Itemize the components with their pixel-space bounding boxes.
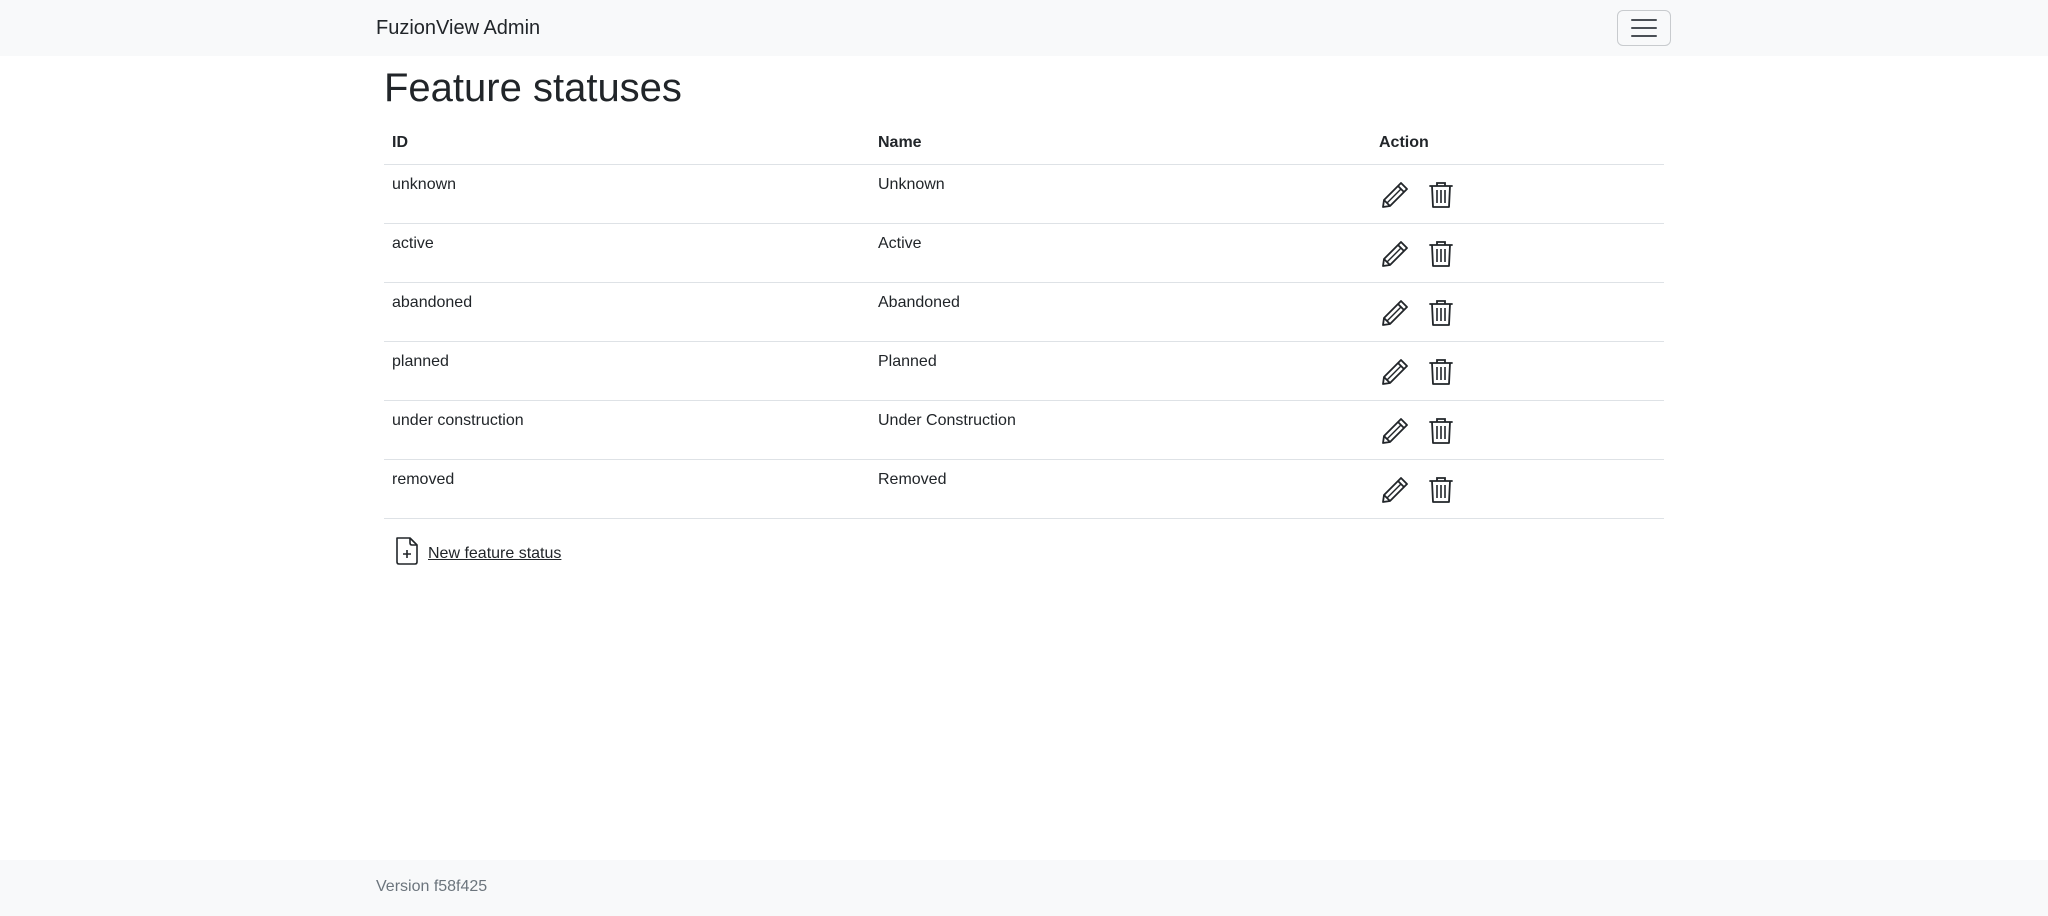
cell-id: under construction xyxy=(384,400,870,460)
version-text: Version f58f425 xyxy=(376,878,488,895)
edit-button[interactable] xyxy=(1379,356,1411,388)
cell-actions xyxy=(1371,459,1664,519)
cell-name: Under Construction xyxy=(870,400,1371,460)
cell-actions xyxy=(1371,282,1664,342)
pencil-icon xyxy=(1379,417,1411,451)
table-row: removed Removed xyxy=(384,459,1664,519)
table-row: active Active xyxy=(384,223,1664,283)
trash-icon xyxy=(1425,417,1457,451)
hamburger-menu-icon xyxy=(1631,19,1657,37)
column-header-id: ID xyxy=(384,122,870,165)
feature-status-table: ID Name Action unknown Unknown active Activ… xyxy=(384,122,1664,519)
pencil-icon xyxy=(1379,181,1411,215)
trash-icon xyxy=(1425,299,1457,333)
table-header-row: ID Name Action xyxy=(384,122,1664,165)
table-row: planned Planned xyxy=(384,341,1664,401)
column-header-name: Name xyxy=(870,122,1371,165)
cell-name: Unknown xyxy=(870,164,1371,224)
cell-name: Planned xyxy=(870,341,1371,401)
footer: Version f58f425 xyxy=(0,860,2048,916)
file-plus-icon xyxy=(396,537,418,565)
pencil-icon xyxy=(1379,240,1411,274)
cell-id: active xyxy=(384,223,870,283)
edit-button[interactable] xyxy=(1379,179,1411,211)
trash-icon xyxy=(1425,358,1457,392)
navbar-brand[interactable]: FuzionView Admin xyxy=(376,14,540,42)
menu-toggle-button[interactable] xyxy=(1617,10,1671,46)
pencil-icon xyxy=(1379,299,1411,333)
trash-icon xyxy=(1425,240,1457,274)
cell-actions xyxy=(1371,223,1664,283)
delete-button[interactable] xyxy=(1425,474,1457,506)
cell-actions xyxy=(1371,341,1664,401)
cell-name: Removed xyxy=(870,459,1371,519)
cell-id: abandoned xyxy=(384,282,870,342)
edit-button[interactable] xyxy=(1379,238,1411,270)
edit-button[interactable] xyxy=(1379,415,1411,447)
cell-name: Abandoned xyxy=(870,282,1371,342)
top-navbar: FuzionView Admin xyxy=(0,0,2048,56)
column-header-action: Action xyxy=(1371,122,1664,165)
edit-button[interactable] xyxy=(1379,297,1411,329)
delete-button[interactable] xyxy=(1425,415,1457,447)
table-row: unknown Unknown xyxy=(384,164,1664,224)
cell-actions xyxy=(1371,400,1664,460)
trash-icon xyxy=(1425,181,1457,215)
table-row: under construction Under Construction xyxy=(384,400,1664,460)
pencil-icon xyxy=(1379,358,1411,392)
delete-button[interactable] xyxy=(1425,179,1457,211)
cell-id: planned xyxy=(384,341,870,401)
new-feature-status-link[interactable]: New feature status xyxy=(394,536,561,566)
delete-button[interactable] xyxy=(1425,356,1457,388)
delete-button[interactable] xyxy=(1425,297,1457,329)
cell-actions xyxy=(1371,164,1664,224)
cell-name: Active xyxy=(870,223,1371,283)
cell-id: removed xyxy=(384,459,870,519)
cell-id: unknown xyxy=(384,164,870,224)
new-feature-status-label: New feature status xyxy=(428,545,562,562)
table-row: abandoned Abandoned xyxy=(384,282,1664,342)
page-title: Feature statuses xyxy=(384,66,682,110)
trash-icon xyxy=(1425,476,1457,510)
delete-button[interactable] xyxy=(1425,238,1457,270)
edit-button[interactable] xyxy=(1379,474,1411,506)
pencil-icon xyxy=(1379,476,1411,510)
